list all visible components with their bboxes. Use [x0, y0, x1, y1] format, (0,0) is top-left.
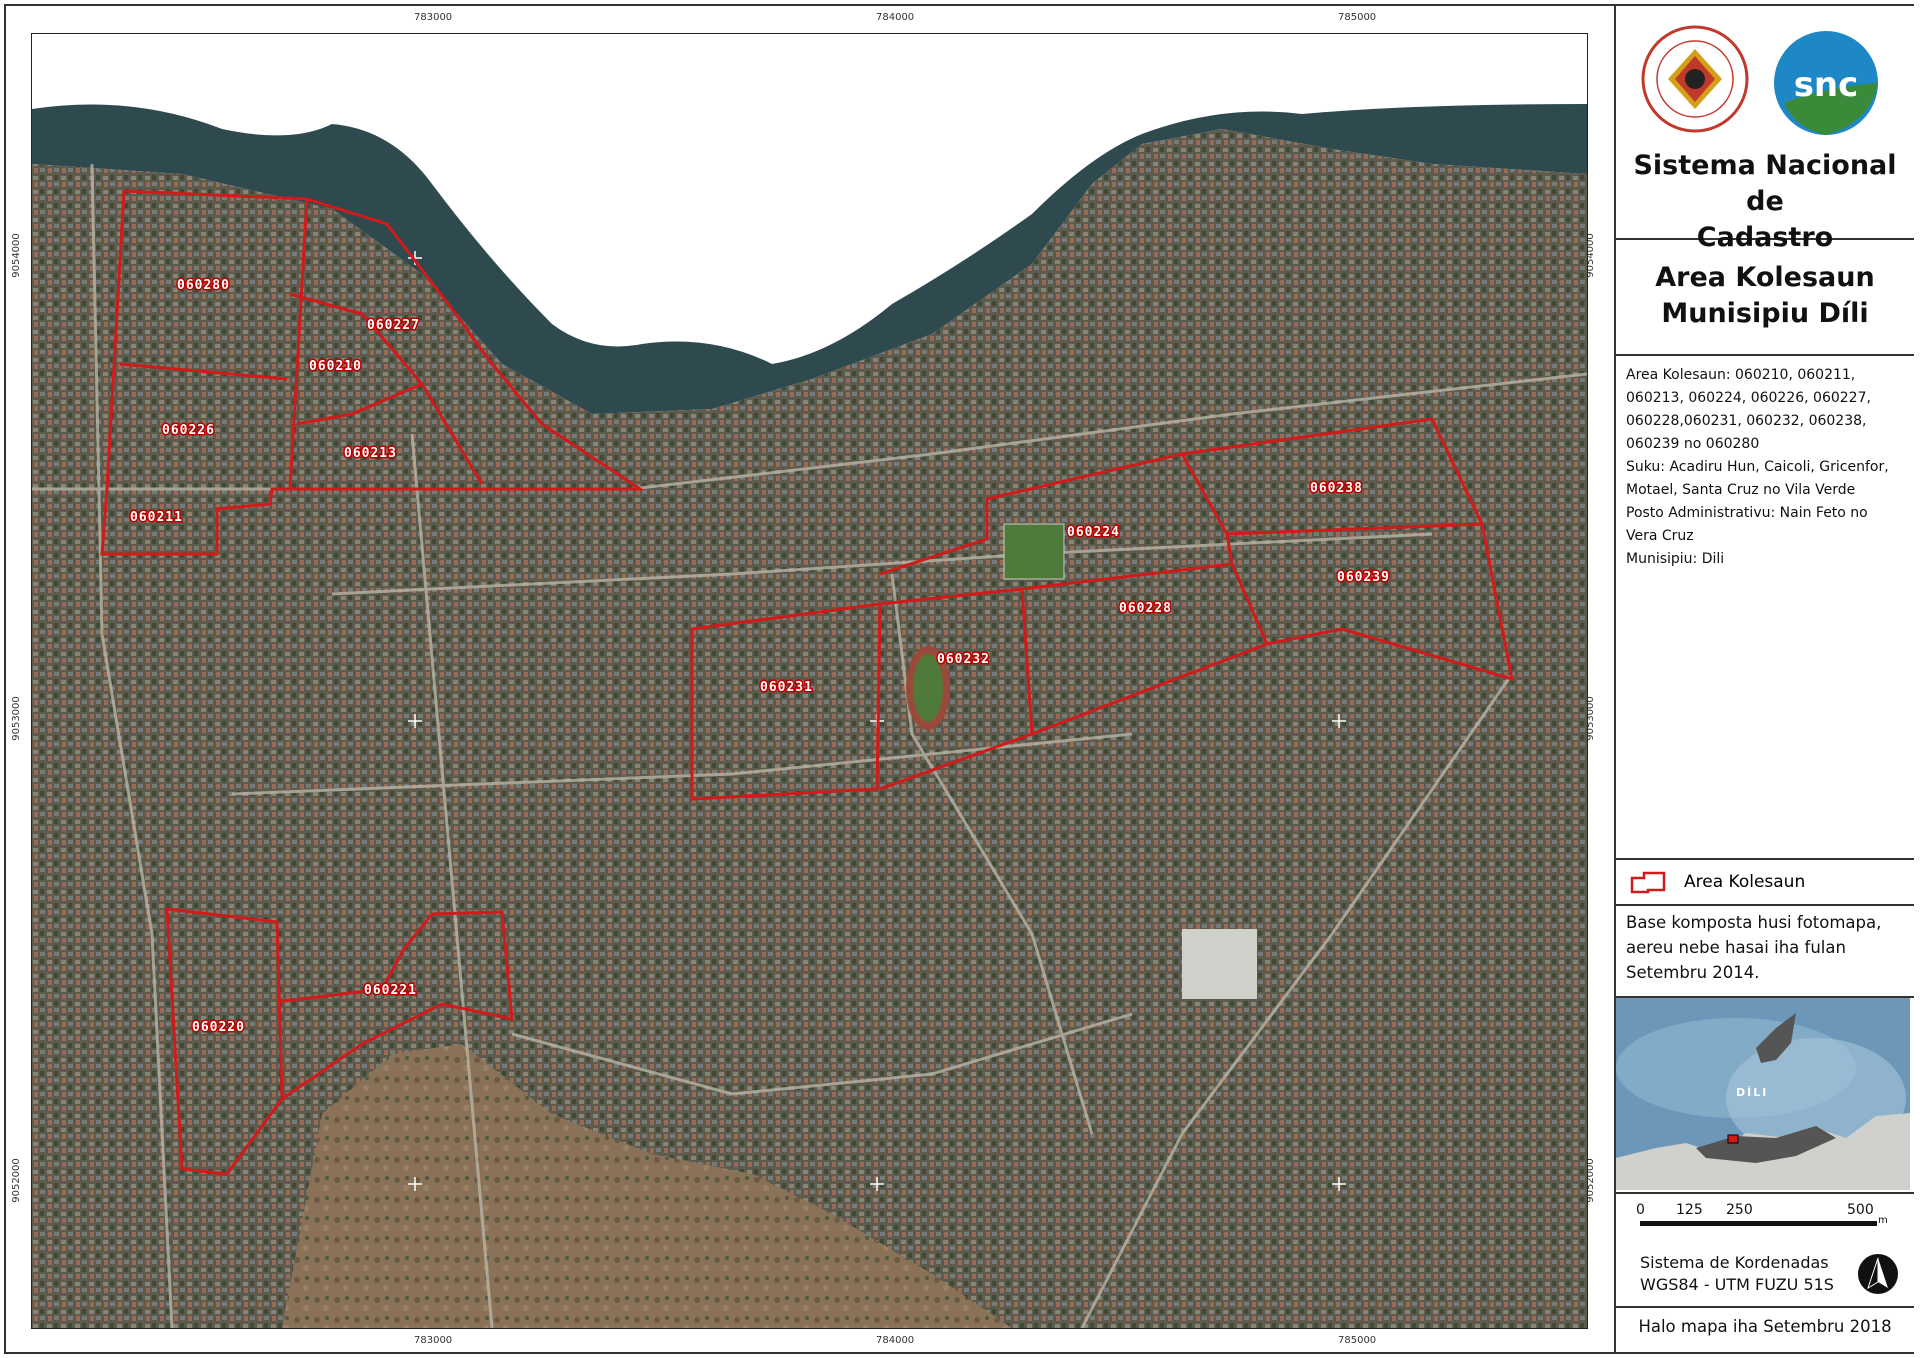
- aerial-map[interactable]: 060280 060227 060210 060226 060213 06021…: [31, 33, 1588, 1329]
- zone-label-060228: 060228: [1119, 601, 1172, 616]
- zone-label-060221: 060221: [364, 983, 417, 998]
- scale-bar-line: [1640, 1221, 1877, 1226]
- zone-label-060220: 060220: [192, 1020, 245, 1035]
- crs-line1: Sistema de Kordenadas: [1640, 1253, 1829, 1272]
- north-arrow-icon: [1858, 1254, 1898, 1294]
- description-line: 060213, 060224, 060226, 060227,: [1626, 390, 1871, 406]
- description-line: Posto Administrativu: Nain Feto no: [1626, 505, 1868, 521]
- description-box: Area Kolesaun: 060210, 060211, 060213, 0…: [1616, 356, 1914, 860]
- grid-x-label-bottom-2: 784000: [876, 1335, 915, 1346]
- inset-map-box: DÍLI: [1616, 998, 1914, 1194]
- map-date-footer: Halo mapa iha Setembru 2018: [1638, 1317, 1892, 1336]
- grid-x-label-top-1: 783000: [414, 12, 453, 23]
- description-line: Area Kolesaun: 060210, 060211,: [1626, 367, 1856, 383]
- inset-map[interactable]: DÍLI: [1616, 998, 1910, 1190]
- scale-tick-0: 0: [1636, 1202, 1645, 1218]
- description-line: Motael, Santa Cruz no Vila Verde: [1626, 482, 1856, 498]
- legend-item-label: Area Kolesaun: [1684, 872, 1806, 892]
- zone-label-060227: 060227: [367, 318, 420, 333]
- header-box: snc Sistema Nacional de Cadastro: [1616, 6, 1914, 253]
- rdtl-seal-logo: [1640, 24, 1750, 134]
- area-title: Area Kolesaun Munisipiu Díli: [1616, 240, 1914, 332]
- description-line: Suku: Acadiru Hun, Caicoli, Gricenfor,: [1626, 459, 1889, 475]
- coordinate-system: Sistema de Kordenadas WGS84 - UTM FUZU 5…: [1640, 1252, 1834, 1296]
- legend-boundary-icon: [1630, 871, 1666, 894]
- snc-logo-text: snc: [1794, 65, 1859, 105]
- zone-label-060280: 060280: [177, 278, 230, 293]
- scale-unit: m: [1878, 1215, 1888, 1226]
- description-line: 060228,060231, 060232, 060238,: [1626, 413, 1867, 429]
- area-title-line1: Area Kolesaun: [1655, 262, 1875, 293]
- scale-tick-500: 500: [1847, 1202, 1874, 1218]
- zone-label-060210: 060210: [309, 359, 362, 374]
- description-line: Munisipiu: Dili: [1626, 551, 1725, 567]
- grid-y-label-left-2: 9053000: [10, 696, 22, 741]
- scale-tick-250: 250: [1726, 1202, 1753, 1218]
- description-line: 060239 no 060280: [1626, 436, 1760, 452]
- zone-label-060226: 060226: [162, 423, 215, 438]
- snc-logo: snc: [1770, 28, 1888, 138]
- scale-tick-125: 125: [1676, 1202, 1703, 1218]
- zone-label-060231: 060231: [760, 680, 813, 695]
- source-line: Setembru 2014.: [1626, 963, 1760, 982]
- scale-bar: 0 125 250 500 m: [1636, 1202, 1888, 1226]
- source-text: Base komposta husi fotomapa, aereu nebe …: [1616, 906, 1914, 989]
- institution-title-line1: Sistema Nacional de: [1633, 150, 1897, 217]
- stadium-field: [1003, 523, 1065, 580]
- grid-x-label-top-3: 785000: [1338, 12, 1377, 23]
- scale-crs-box: 0 125 250 500 m Sistema de Kordenadas WG…: [1616, 1194, 1914, 1308]
- zone-label-060213: 060213: [344, 446, 397, 461]
- footer-box: Halo mapa iha Setembru 2018: [1616, 1308, 1914, 1352]
- legend-item: Area Kolesaun: [1616, 860, 1914, 904]
- map-sidebar: snc Sistema Nacional de Cadastro Area Ko…: [1614, 6, 1914, 1352]
- description-text: Area Kolesaun: 060210, 060211, 060213, 0…: [1616, 356, 1914, 579]
- zone-label-060232: 060232: [937, 652, 990, 667]
- description-line: Vera Cruz: [1626, 528, 1694, 544]
- inset-city-label: DÍLI: [1736, 1086, 1768, 1099]
- zone-label-060238: 060238: [1310, 481, 1363, 496]
- grid-x-label-bottom-3: 785000: [1338, 1335, 1377, 1346]
- zone-label-060224: 060224: [1067, 525, 1120, 540]
- zone-label-060211: 060211: [130, 510, 183, 525]
- grid-x-label-top-2: 784000: [876, 12, 915, 23]
- grid-x-label-bottom-1: 783000: [414, 1335, 453, 1346]
- source-line: Base komposta husi fotomapa,: [1626, 913, 1882, 932]
- legend-box: Area Kolesaun: [1616, 860, 1914, 906]
- crs-line2: WGS84 - UTM FUZU 51S: [1640, 1275, 1834, 1294]
- area-title-line2: Munisipiu Díli: [1661, 298, 1869, 329]
- source-line: aereu nebe hasai iha fulan: [1626, 938, 1846, 957]
- grid-y-label-left-3: 9052000: [10, 1158, 22, 1203]
- cemetery: [1182, 929, 1257, 999]
- zone-label-060239: 060239: [1337, 570, 1390, 585]
- grid-y-label-left-1: 9054000: [10, 233, 22, 278]
- area-title-box: Area Kolesaun Munisipiu Díli: [1616, 240, 1914, 356]
- source-box: Base komposta husi fotomapa, aereu nebe …: [1616, 906, 1914, 998]
